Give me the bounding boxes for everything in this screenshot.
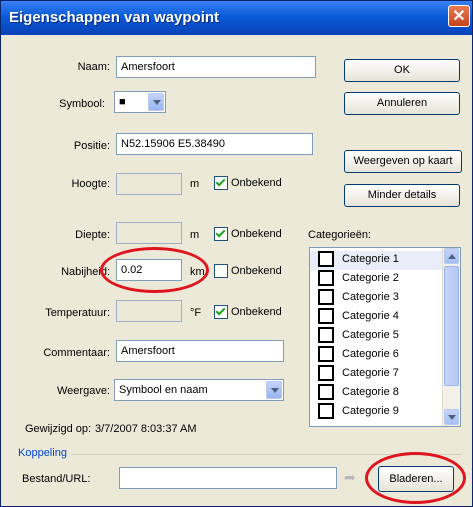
checkbox-icon[interactable] <box>214 305 228 319</box>
hoogte-input[interactable] <box>116 173 182 195</box>
temperatuur-unknown-checkbox[interactable]: Onbekend <box>214 305 282 321</box>
naam-label: Naam: <box>77 61 110 73</box>
list-item[interactable]: Categorie 9 <box>310 403 460 422</box>
cancel-button[interactable]: Annuleren <box>344 92 460 115</box>
checkbox-icon[interactable] <box>318 384 334 400</box>
category-label: Categorie 3 <box>342 291 399 303</box>
categories-scrollbar[interactable] <box>442 248 460 426</box>
list-item[interactable]: Categorie 8 <box>310 384 460 403</box>
category-label: Categorie 8 <box>342 386 399 398</box>
list-item[interactable]: Categorie 6 <box>310 346 460 365</box>
nabijheid-unknown-label: Onbekend <box>231 265 282 277</box>
temperatuur-label: Temperatuur: <box>45 307 110 319</box>
scroll-thumb[interactable] <box>444 266 459 386</box>
list-item[interactable]: Categorie 5 <box>310 327 460 346</box>
dialog-title: Eigenschappen van waypoint <box>9 9 220 26</box>
close-icon: ✕ <box>452 8 466 25</box>
diepte-label: Diepte: <box>75 229 110 241</box>
list-item[interactable]: Categorie 1 <box>310 251 460 270</box>
category-label: Categorie 4 <box>342 310 399 322</box>
checkbox-icon[interactable] <box>318 308 334 324</box>
weergave-value: Symbool en naam <box>119 384 208 396</box>
temperatuur-input[interactable] <box>116 300 182 322</box>
nabijheid-unknown-checkbox[interactable]: Onbekend <box>214 264 282 280</box>
scroll-up-icon[interactable] <box>444 248 459 264</box>
diepte-unknown-label: Onbekend <box>231 228 282 240</box>
category-label: Categorie 1 <box>342 253 399 265</box>
checkbox-icon[interactable] <box>318 346 334 362</box>
symbol-square-icon: ■ <box>119 96 126 108</box>
checkbox-icon[interactable] <box>318 251 334 267</box>
list-item[interactable]: Categorie 4 <box>310 308 460 327</box>
diepte-unit: m <box>190 229 200 241</box>
checkbox-icon[interactable] <box>318 289 334 305</box>
checkbox-icon[interactable] <box>214 176 228 190</box>
checkbox-icon[interactable] <box>318 270 334 286</box>
ok-button[interactable]: OK <box>344 59 460 82</box>
category-label: Categorie 9 <box>342 405 399 417</box>
hoogte-unknown-label: Onbekend <box>231 177 282 189</box>
checkbox-icon[interactable] <box>214 227 228 241</box>
symbool-label: Symbool: <box>59 98 105 110</box>
category-label: Categorie 7 <box>342 367 399 379</box>
hoogte-unit: m <box>190 178 200 190</box>
koppeling-group-label: Koppeling <box>18 447 67 459</box>
waypoint-properties-dialog: Eigenschappen van waypoint ✕ Naam: Amers… <box>0 0 473 507</box>
symbool-select[interactable]: ■ <box>114 91 166 113</box>
temperatuur-unknown-label: Onbekend <box>231 306 282 318</box>
weergave-select[interactable]: Symbool en naam <box>114 379 284 401</box>
open-link-icon[interactable]: ➦ <box>344 469 356 486</box>
category-label: Categorie 5 <box>342 329 399 341</box>
categories-list[interactable]: Categorie 1 Categorie 2 Categorie 3 Cate… <box>309 247 461 427</box>
list-item[interactable]: Categorie 2 <box>310 270 460 289</box>
title-bar[interactable]: Eigenschappen van waypoint ✕ <box>1 1 472 35</box>
commentaar-input[interactable]: Amersfoort <box>116 340 284 362</box>
temperatuur-unit: °F <box>190 307 202 319</box>
diepte-input[interactable] <box>116 222 182 244</box>
naam-input[interactable]: Amersfoort <box>116 56 316 78</box>
bestand-url-label: Bestand/URL: <box>22 473 91 485</box>
hoogte-label: Hoogte: <box>71 178 110 190</box>
positie-label: Positie: <box>73 140 110 152</box>
scroll-down-icon[interactable] <box>444 409 459 425</box>
show-on-map-button[interactable]: Weergeven op kaart <box>344 150 462 173</box>
weergave-label: Weergave: <box>57 385 110 397</box>
category-label: Categorie 2 <box>342 272 399 284</box>
list-item[interactable]: Categorie 3 <box>310 289 460 308</box>
bestand-url-input[interactable] <box>119 467 337 489</box>
diepte-unknown-checkbox[interactable]: Onbekend <box>214 227 282 243</box>
fewer-details-button[interactable]: Minder details <box>344 184 460 207</box>
chevron-down-icon[interactable] <box>266 381 282 399</box>
checkbox-icon[interactable] <box>318 403 334 419</box>
gewijzigd-label: Gewijzigd op: <box>25 423 92 435</box>
annotation-circle-nabijheid <box>100 247 209 293</box>
checkbox-icon[interactable] <box>318 327 334 343</box>
chevron-down-icon[interactable] <box>148 93 164 111</box>
list-item[interactable]: Categorie 7 <box>310 365 460 384</box>
checkbox-icon[interactable] <box>214 264 228 278</box>
annotation-circle-bladeren <box>365 452 466 504</box>
close-button[interactable]: ✕ <box>448 5 470 27</box>
categories-label: Categorieën: <box>308 229 371 241</box>
positie-input[interactable]: N52.15906 E5.38490 <box>116 133 313 155</box>
gewijzigd-value: 3/7/2007 8:03:37 AM <box>95 423 197 435</box>
category-label: Categorie 6 <box>342 348 399 360</box>
hoogte-unknown-checkbox[interactable]: Onbekend <box>214 176 282 192</box>
commentaar-label: Commentaar: <box>43 347 110 359</box>
checkbox-icon[interactable] <box>318 365 334 381</box>
